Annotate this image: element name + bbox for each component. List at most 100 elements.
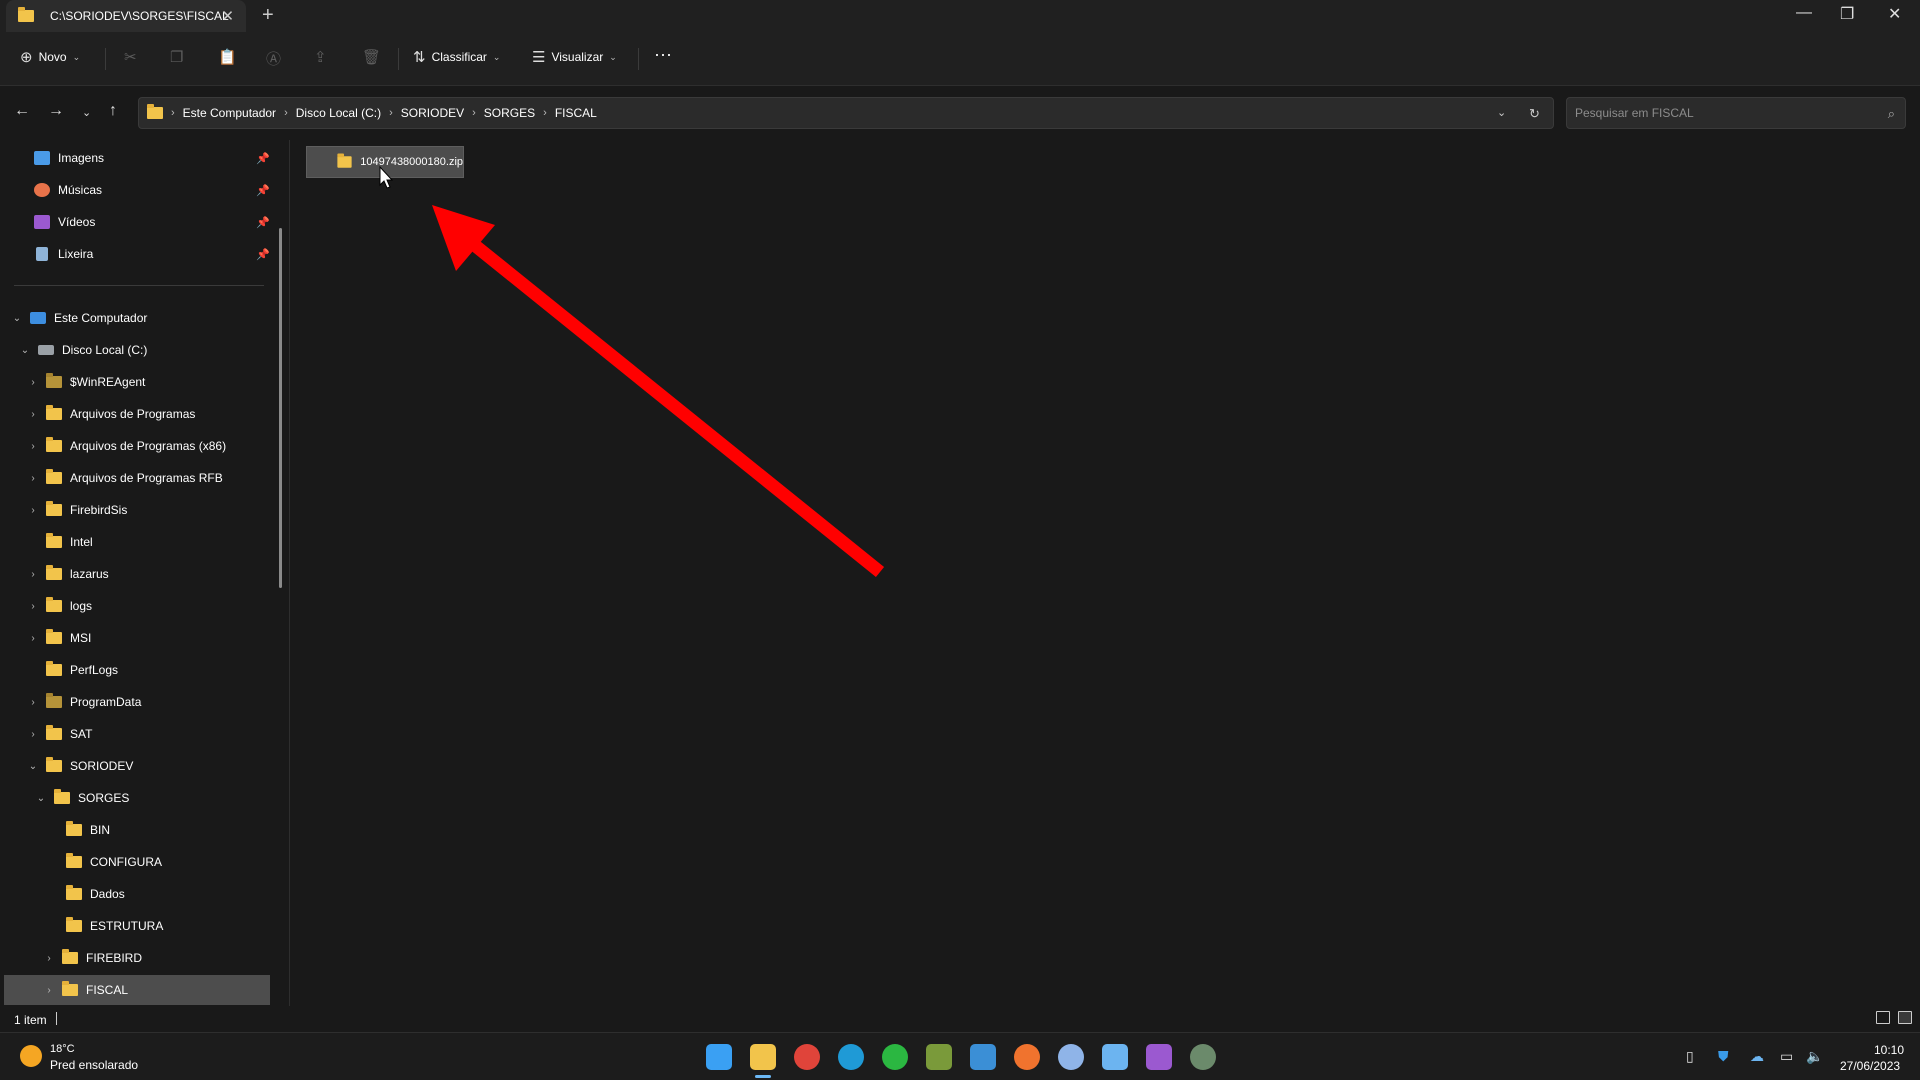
search-input[interactable] — [1567, 98, 1857, 128]
notepad-icon[interactable] — [1102, 1044, 1128, 1070]
tree-program-files-rfb[interactable]: › Arquivos de Programas RFB — [28, 465, 223, 491]
tree-fiscal[interactable]: › FISCAL — [44, 977, 128, 1003]
weather-description[interactable]: Pred ensolarado — [50, 1058, 138, 1072]
tree-soriodev[interactable]: ⌄ SORIODEV — [28, 753, 133, 779]
view-button[interactable]: ☰ Visualizar ⌄ — [532, 48, 617, 66]
onedrive-cloud-icon[interactable]: ☁ — [1750, 1048, 1764, 1065]
chevron-right-icon[interactable]: › — [28, 729, 38, 740]
breadcrumb-sorges[interactable]: SORGES — [484, 106, 535, 120]
tree-intel[interactable]: Intel — [28, 529, 93, 555]
paste-icon[interactable]: 📋 — [218, 48, 237, 66]
quick-access-music[interactable]: Músicas 📌 — [34, 177, 270, 203]
tree-estrutura[interactable]: ESTRUTURA — [48, 913, 163, 939]
weather-temperature[interactable]: 18°C — [50, 1043, 75, 1055]
new-tab-button[interactable]: + — [262, 4, 274, 27]
file-list-area[interactable]: 10497438000180.zip — [291, 140, 1920, 1006]
tree-local-disk[interactable]: ⌄ Disco Local (C:) — [20, 337, 148, 363]
tree-sorges[interactable]: ⌄ SORGES — [36, 785, 129, 811]
chevron-down-icon[interactable]: ⌄ — [28, 761, 38, 772]
address-bar[interactable]: › Este Computador › Disco Local (C:) › S… — [138, 97, 1554, 129]
address-history-chevron-icon[interactable]: ⌄ — [1497, 106, 1506, 119]
chevron-right-icon[interactable]: › — [28, 569, 38, 580]
settings-gear-icon[interactable] — [1058, 1044, 1084, 1070]
recent-locations-chevron-icon[interactable]: ⌄ — [82, 106, 91, 119]
pin-icon[interactable]: 📌 — [256, 248, 270, 261]
chevron-down-icon[interactable]: ⌄ — [36, 793, 46, 804]
tree-programdata[interactable]: › ProgramData — [28, 689, 141, 715]
breadcrumb-chevron-icon[interactable]: › — [543, 107, 547, 119]
quick-access-videos[interactable]: Vídeos 📌 — [34, 209, 270, 235]
chevron-down-icon[interactable]: ⌄ — [12, 313, 22, 324]
chevron-right-icon[interactable]: › — [28, 633, 38, 644]
more-options-button[interactable]: ··· — [654, 44, 672, 65]
tree-firebird[interactable]: › FIREBIRD — [44, 945, 142, 971]
minimize-button[interactable]: — — [1796, 4, 1812, 22]
chevron-right-icon[interactable]: › — [28, 601, 38, 612]
video-editor-icon[interactable] — [1146, 1044, 1172, 1070]
tree-msi[interactable]: › MSI — [28, 625, 91, 651]
spreadsheet-icon[interactable] — [926, 1044, 952, 1070]
chrome-icon[interactable] — [794, 1044, 820, 1070]
clock-date[interactable]: 27/06/2023 — [1840, 1059, 1900, 1073]
pin-icon[interactable]: 📌 — [256, 184, 270, 197]
file-item-zip[interactable]: 10497438000180.zip — [306, 146, 464, 178]
chevron-right-icon[interactable]: › — [28, 505, 38, 516]
breadcrumb-chevron-icon[interactable]: › — [389, 107, 393, 119]
chevron-right-icon[interactable]: › — [44, 953, 54, 964]
remote-desktop-icon[interactable] — [970, 1044, 996, 1070]
chevron-right-icon[interactable]: › — [28, 441, 38, 452]
volume-icon[interactable]: 🔈 — [1806, 1048, 1823, 1065]
tree-program-files-x86[interactable]: › Arquivos de Programas (x86) — [28, 433, 226, 459]
breadcrumb-chevron-icon[interactable]: › — [171, 107, 175, 119]
tree-firebirdsis[interactable]: › FirebirdSis — [28, 497, 127, 523]
breadcrumb-chevron-icon[interactable]: › — [472, 107, 476, 119]
usb-device-icon[interactable]: ▯ — [1686, 1048, 1694, 1065]
explorer-tab[interactable]: C:\SORIODEV\SORGES\FISCAL ✕ — [6, 0, 246, 32]
nav-scrollbar[interactable] — [279, 228, 282, 588]
search-icon[interactable]: ⌕ — [1888, 106, 1895, 122]
chevron-right-icon[interactable]: › — [28, 409, 38, 420]
security-shield-icon[interactable]: ⛊ — [1718, 1048, 1729, 1065]
tree-this-pc[interactable]: ⌄ Este Computador — [12, 305, 148, 331]
tree-lazarus[interactable]: › lazarus — [28, 561, 109, 587]
delete-icon[interactable]: 🗑 — [362, 48, 381, 66]
refresh-icon[interactable]: ↻ — [1529, 106, 1540, 122]
up-arrow-icon[interactable]: ↑ — [109, 102, 117, 120]
quick-access-recycle-bin[interactable]: Lixeira 📌 — [34, 241, 270, 267]
new-button[interactable]: ⊕ Novo ⌄ — [20, 48, 80, 66]
breadcrumb-this-pc[interactable]: Este Computador — [183, 106, 276, 120]
network-icon[interactable]: ▭ — [1780, 1048, 1793, 1065]
tree-sat[interactable]: › SAT — [28, 721, 92, 747]
chevron-right-icon[interactable]: › — [28, 697, 38, 708]
start-icon[interactable] — [706, 1044, 732, 1070]
chevron-right-icon[interactable]: › — [28, 377, 38, 388]
chevron-right-icon[interactable]: › — [44, 985, 54, 996]
breadcrumb-chevron-icon[interactable]: › — [284, 107, 288, 119]
breadcrumb-fiscal[interactable]: FISCAL — [555, 106, 597, 120]
breadcrumb-soriodev[interactable]: SORIODEV — [401, 106, 464, 120]
tiles-view-icon[interactable] — [1898, 1011, 1912, 1024]
pin-icon[interactable]: 📌 — [256, 216, 270, 229]
edge-icon[interactable] — [838, 1044, 864, 1070]
share-icon[interactable]: ⇪ — [314, 48, 327, 66]
back-arrow-icon[interactable]: ← — [14, 102, 30, 120]
quick-access-images[interactable]: Imagens 📌 — [34, 145, 270, 171]
tree-perflogs[interactable]: PerfLogs — [28, 657, 118, 683]
tree-program-files[interactable]: › Arquivos de Programas — [28, 401, 195, 427]
details-view-icon[interactable] — [1876, 1011, 1890, 1024]
tree-bin[interactable]: BIN — [48, 817, 110, 843]
tree-dados[interactable]: Dados — [48, 881, 125, 907]
firefox-icon[interactable] — [1014, 1044, 1040, 1070]
tree-winreagent[interactable]: › $WinREAgent — [28, 369, 145, 395]
clock-time[interactable]: 10:10 — [1874, 1043, 1904, 1057]
pin-icon[interactable]: 📌 — [256, 152, 270, 165]
whatsapp-icon[interactable] — [882, 1044, 908, 1070]
copy-icon[interactable]: ❐ — [170, 48, 183, 66]
maximize-button[interactable]: ❐ — [1840, 4, 1854, 24]
breadcrumb-local-disk[interactable]: Disco Local (C:) — [296, 106, 381, 120]
cut-icon[interactable]: ✂ — [124, 48, 137, 66]
weather-sun-icon[interactable] — [20, 1045, 42, 1067]
sort-button[interactable]: ⇅ Classificar ⌄ — [413, 48, 500, 66]
file-explorer-icon[interactable] — [750, 1044, 776, 1070]
close-tab-icon[interactable]: ✕ — [221, 7, 234, 25]
